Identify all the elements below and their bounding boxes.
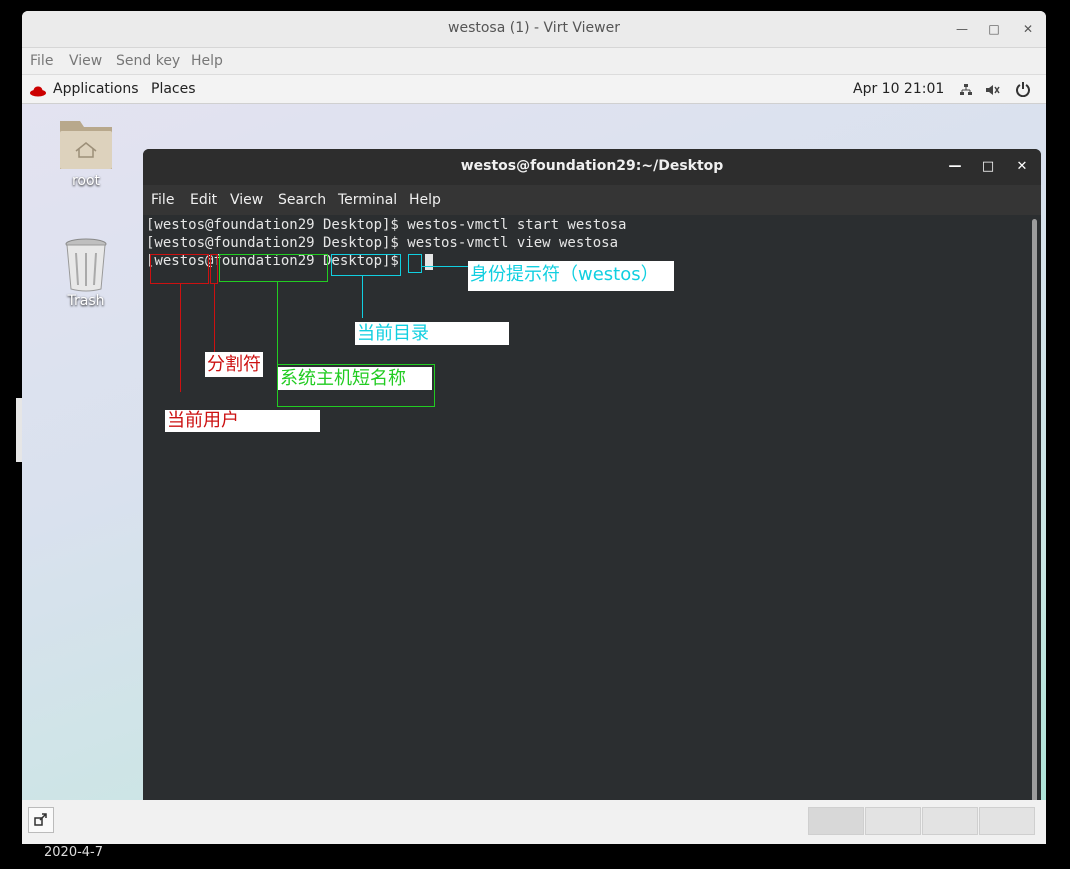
directory-pointer-line — [362, 276, 363, 318]
terminal-line: [westos@foundation29 Desktop]$ westos-vm… — [146, 217, 627, 233]
terminal-menu-view[interactable]: View — [230, 192, 263, 208]
terminal-menu-edit[interactable]: Edit — [190, 192, 217, 208]
menu-help[interactable]: Help — [191, 53, 223, 69]
prompt-pointer-line — [422, 266, 468, 267]
terminal-minimize-icon[interactable]: — — [943, 155, 967, 179]
outer-titlebar[interactable]: westosa (1) - Virt Viewer — □ ✕ — [22, 11, 1046, 48]
terminal-menu-terminal[interactable]: Terminal — [338, 192, 397, 208]
terminal-menu-file[interactable]: File — [151, 192, 174, 208]
desktop-icon-trash-label: Trash — [67, 293, 105, 309]
separator-label: 分割符 — [205, 352, 263, 377]
hostname-label: 系统主机短名称 — [278, 367, 432, 390]
terminal-line: [westos@foundation29 Desktop]$ westos-vm… — [146, 235, 619, 251]
trash-icon — [61, 235, 111, 293]
user-highlight-box — [150, 254, 209, 284]
gnome-topbar: Applications Places Apr 10 21:01 — [22, 75, 1046, 104]
terminal-title: westos@foundation29:~/Desktop — [460, 158, 724, 174]
hostname-pointer-line — [277, 282, 278, 366]
workspace-4[interactable] — [979, 807, 1035, 835]
current-user-label: 当前用户 — [165, 410, 320, 432]
menu-file[interactable]: File — [30, 53, 53, 69]
redhat-icon — [30, 82, 46, 97]
hostname-highlight-box — [219, 254, 328, 282]
menu-view[interactable]: View — [69, 53, 102, 69]
caption-date: 2020-4-7 — [44, 845, 104, 860]
terminal-close-icon[interactable]: ✕ — [1010, 155, 1034, 179]
user-pointer-line — [180, 284, 181, 392]
separator-highlight-box — [210, 254, 218, 284]
directory-highlight-box — [331, 254, 401, 276]
power-icon[interactable] — [1015, 81, 1031, 101]
show-desktop-icon[interactable] — [28, 807, 54, 833]
maximize-icon[interactable]: □ — [982, 17, 1006, 41]
minimize-icon[interactable]: — — [950, 17, 974, 41]
menu-send-key[interactable]: Send key — [116, 53, 180, 69]
terminal-menubar: File Edit View Search Terminal Help — [143, 185, 1041, 215]
identity-prompt-label: 身份提示符（westos） — [468, 261, 674, 291]
desktop-icon-root-label: root — [71, 173, 101, 189]
desktop-icon-trash[interactable]: Trash — [46, 235, 126, 309]
places-menu[interactable]: Places — [151, 81, 196, 97]
workspace-2[interactable] — [865, 807, 921, 835]
separator-pointer-line — [214, 284, 215, 352]
home-folder-icon — [56, 115, 116, 173]
outer-menubar: File View Send key Help — [22, 48, 1046, 75]
terminal-menu-help[interactable]: Help — [409, 192, 441, 208]
workspace-1[interactable] — [808, 807, 864, 835]
terminal-menu-search[interactable]: Search — [278, 192, 326, 208]
workspace-3[interactable] — [922, 807, 978, 835]
prompt-highlight-box — [408, 254, 422, 273]
terminal-cursor — [425, 254, 433, 270]
volume-icon[interactable] — [985, 82, 1001, 101]
clock[interactable]: Apr 10 21:01 — [853, 81, 944, 97]
network-icon[interactable] — [959, 82, 973, 101]
desktop-icon-root[interactable]: root — [46, 115, 126, 189]
terminal-maximize-icon[interactable]: □ — [976, 155, 1000, 179]
terminal-scrollbar[interactable] — [1032, 219, 1037, 807]
outer-window-title: westosa (1) - Virt Viewer — [448, 20, 620, 36]
guest-desktop: Applications Places Apr 10 21:01 root Tr… — [22, 75, 1046, 844]
window-list-bar — [22, 800, 1046, 844]
applications-menu[interactable]: Applications — [53, 81, 139, 97]
current-directory-label: 当前目录 — [355, 322, 509, 345]
terminal-window: westos@foundation29:~/Desktop — □ ✕ File… — [143, 149, 1041, 812]
terminal-titlebar[interactable]: westos@foundation29:~/Desktop — □ ✕ — [143, 149, 1041, 185]
close-icon[interactable]: ✕ — [1016, 17, 1040, 41]
